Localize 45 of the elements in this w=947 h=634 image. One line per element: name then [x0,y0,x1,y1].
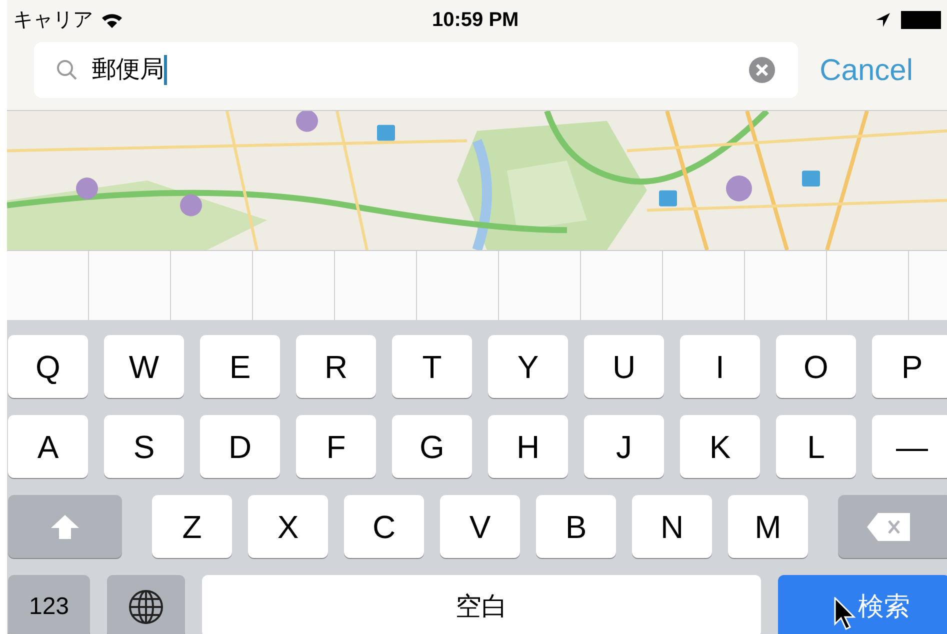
key[interactable]: M [728,495,808,558]
key[interactable]: Z [152,495,232,558]
carrier-name: キャリア [13,8,93,33]
key[interactable]: F [296,415,376,478]
key[interactable]: W [104,335,184,398]
numbers-key[interactable]: 123 [8,575,90,634]
key[interactable]: H [488,415,568,478]
key[interactable]: E [200,335,280,398]
key[interactable]: S [104,415,184,478]
clear-icon[interactable] [748,56,776,84]
battery-icon [901,11,941,29]
key[interactable]: X [248,495,328,558]
key[interactable]: A [8,415,88,478]
key[interactable]: J [584,415,664,478]
key[interactable]: T [392,335,472,398]
space-key[interactable]: 空白 [202,575,761,634]
key[interactable]: R [296,335,376,398]
key[interactable]: U [584,335,664,398]
key[interactable]: I [680,335,760,398]
key[interactable]: G [392,415,472,478]
key[interactable]: D [200,415,280,478]
wifi-icon [101,12,123,28]
key[interactable]: K [680,415,760,478]
key[interactable]: Q [8,335,88,398]
delete-key[interactable] [838,495,947,558]
key[interactable]: — [872,415,947,478]
shift-key[interactable] [8,495,122,558]
globe-icon [128,588,164,624]
key[interactable]: V [440,495,520,558]
search-key[interactable]: 検索 [778,575,947,634]
globe-key[interactable] [107,575,185,634]
location-arrow-icon [875,12,891,28]
key[interactable]: N [632,495,712,558]
key[interactable]: O [776,335,856,398]
key[interactable]: C [344,495,424,558]
key[interactable]: Y [488,335,568,398]
shift-arrow-icon [50,514,80,540]
search-field[interactable]: 郵便局 [34,42,798,98]
mouse-pointer-icon [834,597,856,631]
key[interactable]: L [776,415,856,478]
key[interactable]: B [536,495,616,558]
key[interactable]: P [872,335,947,398]
search-icon [56,59,78,81]
backspace-icon [866,512,912,542]
status-time: 10:59 PM [432,8,519,33]
